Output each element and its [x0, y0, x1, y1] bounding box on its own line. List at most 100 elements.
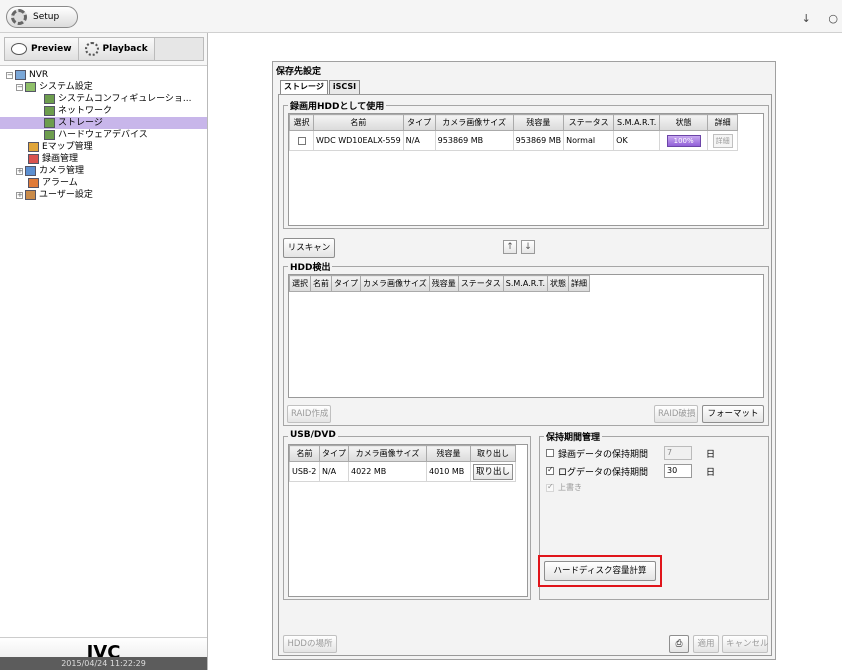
row-select-checkbox[interactable] [297, 136, 306, 145]
col-image-size[interactable]: カメラ画像サイズ [348, 445, 427, 462]
eject-button[interactable]: 取り出し [473, 463, 514, 480]
usb-dvd-legend: USB/DVD [288, 430, 338, 440]
col-detail[interactable]: 詳細 [568, 275, 591, 292]
hdd-used-legend: 録画用HDDとして使用 [288, 99, 387, 112]
col-detail[interactable]: 詳細 [707, 114, 739, 131]
tree-item-emap[interactable]: Eマップ管理 [0, 141, 207, 153]
cell-type: N/A [319, 461, 349, 482]
table-row[interactable]: WDC WD10EALX-559 N/A 953869 MB 953869 MB… [289, 130, 739, 151]
col-image-size[interactable]: カメラ画像サイズ [434, 114, 514, 131]
cell-size: 953869 MB [434, 130, 514, 151]
rec-retention-input[interactable]: 7 [664, 446, 692, 460]
preview-button[interactable]: Preview [5, 38, 79, 60]
print-button[interactable]: ⎙ [669, 635, 689, 653]
cell-size: 4022 MB [348, 461, 427, 482]
col-type[interactable]: タイプ [331, 275, 361, 292]
hdd-location-button[interactable]: HDDの場所 [283, 635, 337, 653]
tab-storage[interactable]: ストレージ [280, 80, 328, 94]
cell-smart: OK [613, 130, 661, 151]
format-button[interactable]: フォーマット [702, 405, 764, 423]
config-icon [44, 94, 55, 104]
top-right-icons: ↓ ○ [788, 12, 838, 25]
col-smart[interactable]: S.M.A.R.T. [613, 114, 661, 131]
col-name[interactable]: 名前 [313, 114, 404, 131]
storage-icon [44, 118, 55, 128]
rec-retention-checkbox[interactable] [546, 449, 554, 457]
tree-item-system-config[interactable]: システムコンフィギュレーショ... [0, 93, 207, 105]
usb-table: 名前 タイプ カメラ画像サイズ 残容量 取り出し USB-2 N/A 4022 … [289, 445, 517, 482]
col-status[interactable]: ステータス [457, 275, 504, 292]
printer-icon: ⎙ [675, 639, 683, 649]
col-eject[interactable]: 取り出し [469, 445, 517, 462]
rec-retention-unit: 日 [706, 450, 716, 460]
rescan-button[interactable]: リスキャン [283, 238, 335, 258]
tree-item-storage[interactable]: ストレージ [0, 117, 207, 129]
cancel-button[interactable]: キャンセル [722, 635, 769, 653]
eye-icon [11, 43, 27, 55]
hdd-used-group: 録画用HDDとして使用 選択 名前 タイプ カメラ画像サイズ 残容量 ステータス… [283, 99, 769, 229]
move-down-button[interactable]: ↓ [521, 240, 535, 254]
col-state[interactable]: 状態 [547, 275, 570, 292]
tree-label: アラーム [42, 178, 78, 188]
tree-label: カメラ管理 [39, 166, 85, 176]
setup-tab[interactable]: Setup [6, 6, 78, 28]
tree-item-network[interactable]: ネットワーク [0, 105, 207, 117]
col-image-size[interactable]: カメラ画像サイズ [360, 275, 430, 292]
retention-legend: 保持期間管理 [544, 430, 603, 443]
camera-icon [25, 166, 36, 176]
cell-remaining: 4010 MB [426, 461, 471, 482]
overwrite-checkbox[interactable] [546, 482, 554, 492]
tree-label: ストレージ [58, 118, 103, 128]
tree-item-system-settings[interactable]: − システム設定 [0, 81, 207, 93]
col-remaining[interactable]: 残容量 [428, 275, 459, 292]
tree-label: ハードウェアデバイス [58, 130, 148, 140]
log-retention-checkbox[interactable] [546, 465, 554, 475]
col-name[interactable]: 名前 [310, 275, 332, 292]
tree-item-nvr[interactable]: − NVR [0, 69, 207, 81]
nvr-icon [15, 70, 26, 80]
hdd-detect-table: 選択 名前 タイプ カメラ画像サイズ 残容量 ステータス S.M.A.R.T. … [289, 275, 591, 292]
settings-tree: − NVR − システム設定 システムコンフィギュレーショ... ネットワーク … [0, 65, 207, 637]
move-up-button[interactable]: ↑ [503, 240, 517, 254]
tree-item-alarm[interactable]: アラーム [0, 177, 207, 189]
expand-icon[interactable]: + [16, 167, 23, 175]
map-icon [28, 142, 39, 152]
arrow-down-icon: ↓ [524, 242, 532, 252]
circle-icon[interactable]: ○ [828, 12, 838, 25]
log-retention-unit: 日 [706, 468, 716, 478]
table-header-row: 選択 名前 タイプ カメラ画像サイズ 残容量 ステータス S.M.A.R.T. … [289, 114, 739, 131]
col-name[interactable]: 名前 [289, 445, 320, 462]
tab-iscsi[interactable]: iSCSI [328, 80, 361, 94]
col-state[interactable]: 状態 [659, 114, 709, 131]
col-select[interactable]: 選択 [289, 275, 311, 292]
tree-item-camera[interactable]: + カメラ管理 [0, 165, 207, 177]
playback-button[interactable]: Playback [78, 38, 155, 60]
collapse-icon[interactable]: − [16, 83, 23, 91]
log-retention-input[interactable]: 30 [664, 464, 692, 478]
col-remaining[interactable]: 残容量 [512, 114, 565, 131]
table-row[interactable]: USB-2 N/A 4022 MB 4010 MB 取り出し [289, 461, 517, 482]
tree-item-hardware-devices[interactable]: ハードウェアデバイス [0, 129, 207, 141]
tree-item-user-settings[interactable]: + ユーザー設定 [0, 189, 207, 201]
col-status[interactable]: ステータス [563, 114, 615, 131]
raid-destroy-button[interactable]: RAID破損 [654, 405, 698, 423]
expand-icon[interactable]: + [16, 191, 23, 199]
col-select[interactable]: 選択 [289, 114, 314, 131]
log-retention-label: ログデータの保持期間 [558, 468, 649, 478]
playback-label: Playback [102, 44, 148, 54]
download-icon[interactable]: ↓ [802, 12, 811, 25]
hdd-detect-table-wrap: 選択 名前 タイプ カメラ画像サイズ 残容量 ステータス S.M.A.R.T. … [288, 274, 764, 398]
hdd-detect-group: HDD検出 選択 名前 タイプ カメラ画像サイズ 残容量 ステータス S.M.A… [283, 260, 769, 426]
apply-button[interactable]: 適用 [693, 635, 719, 653]
collapse-icon[interactable]: − [6, 71, 13, 79]
hdd-capacity-calc-button[interactable]: ハードディスク容量計算 [544, 561, 656, 581]
detail-button[interactable]: 詳細 [712, 133, 733, 148]
col-remaining[interactable]: 残容量 [426, 445, 471, 462]
raid-create-button[interactable]: RAID作成 [287, 405, 331, 423]
tree-item-recording[interactable]: 録画管理 [0, 153, 207, 165]
tree-label: システムコンフィギュレーショ... [58, 94, 192, 104]
col-type[interactable]: タイプ [319, 445, 349, 462]
col-type[interactable]: タイプ [402, 114, 436, 131]
tree-label: ネットワーク [58, 106, 113, 116]
col-smart[interactable]: S.M.A.R.T. [502, 275, 549, 292]
